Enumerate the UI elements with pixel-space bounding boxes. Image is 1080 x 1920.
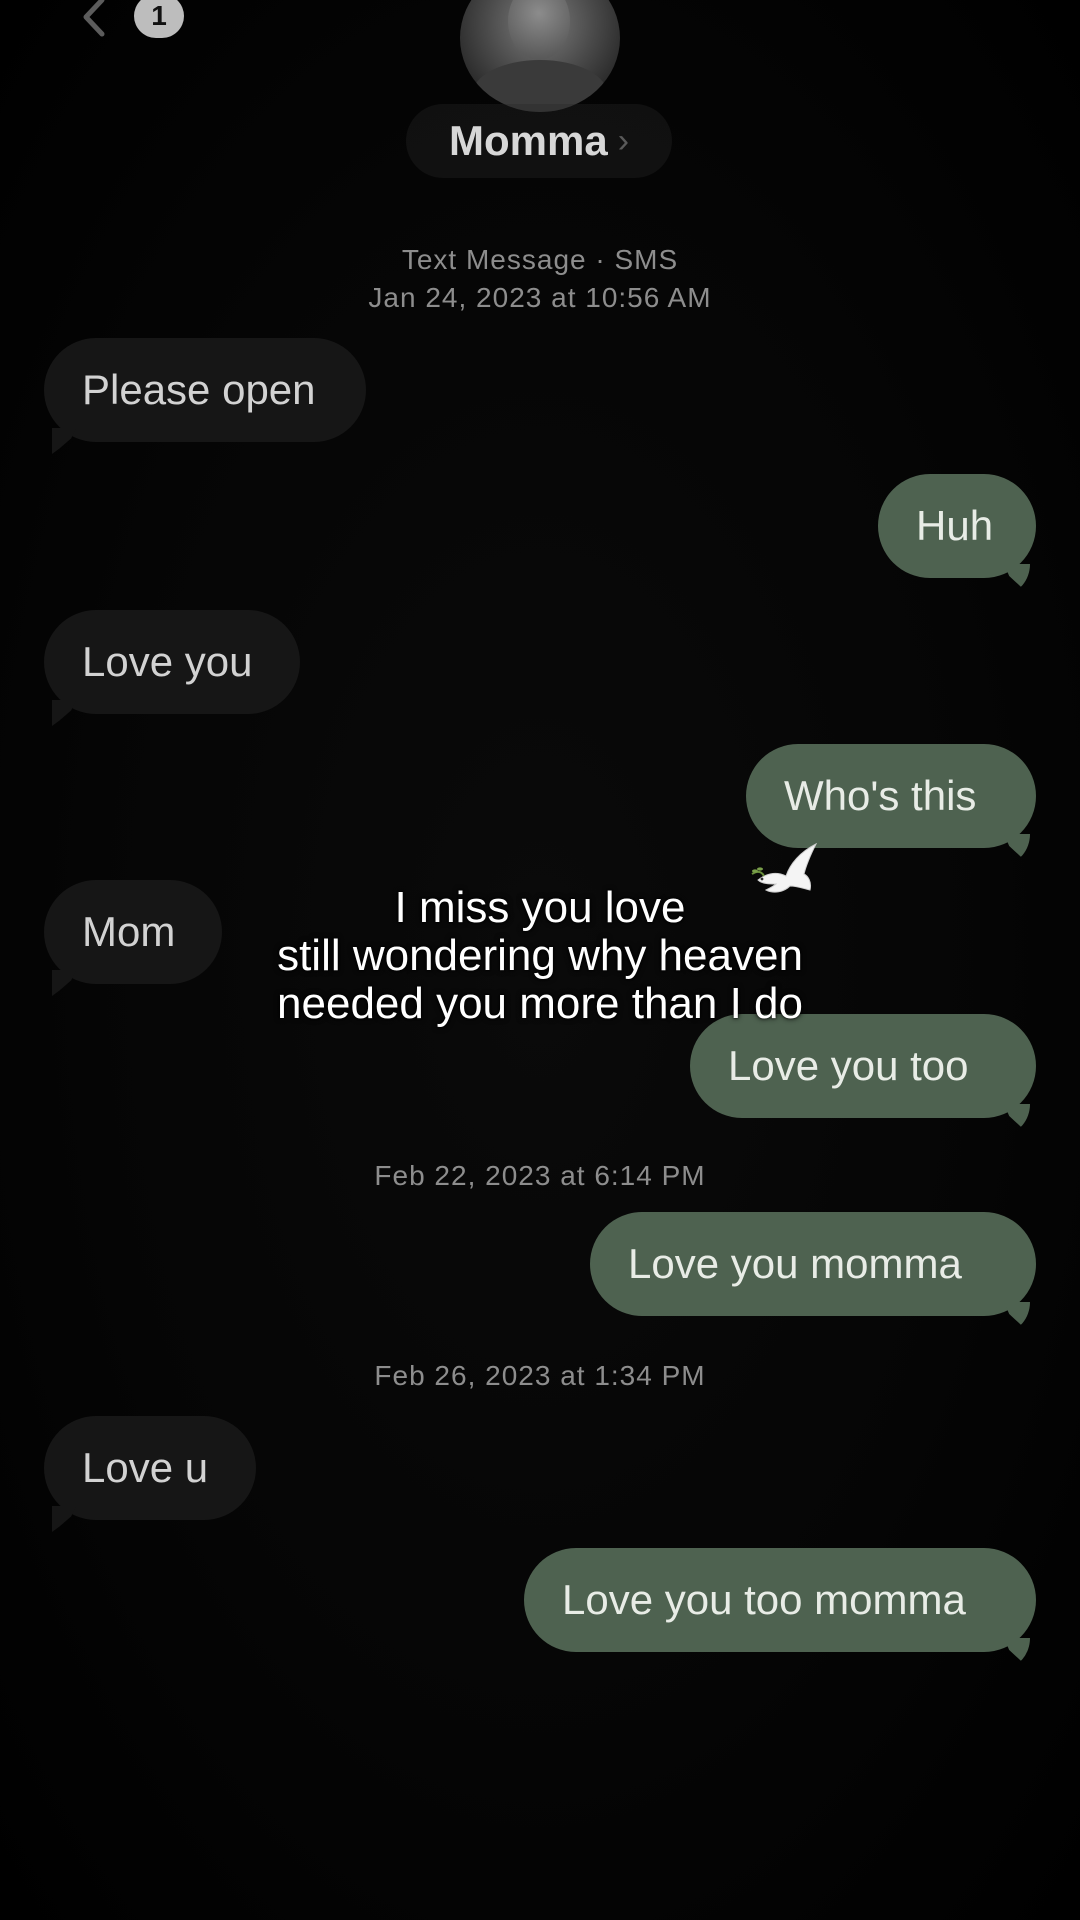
outgoing-message[interactable]: Who's this (746, 744, 1036, 848)
overlay-caption: I miss you love still wondering why heav… (0, 884, 1080, 1028)
chevron-left-icon (83, 0, 105, 37)
caption-line: I miss you love (394, 883, 686, 932)
timestamp: Jan 24, 2023 at 10:56 AM (368, 282, 712, 313)
unread-badge: 1 (134, 0, 184, 38)
chevron-right-icon: › (617, 121, 630, 160)
avatar[interactable] (460, 0, 620, 112)
incoming-message[interactable]: Please open (44, 338, 366, 442)
caption-line: needed you more than I do (277, 979, 803, 1028)
messages-screen: 1 Momma › Text Message · SMS Jan 24, 202… (0, 0, 1080, 1920)
incoming-message[interactable]: Love you (44, 610, 300, 714)
timestamp: Feb 26, 2023 at 1:34 PM (374, 1360, 706, 1391)
thread-type-label: Text Message · SMS (401, 244, 679, 275)
timestamp: Feb 22, 2023 at 6:14 PM (374, 1160, 706, 1191)
contact-name: Momma (448, 117, 608, 164)
outgoing-message[interactable]: Huh (878, 474, 1036, 578)
outgoing-message[interactable]: Love you momma (590, 1212, 1036, 1316)
back-button[interactable] (72, 0, 118, 40)
contact-name-button[interactable]: Momma › (406, 104, 672, 178)
caption-line: still wondering why heaven (277, 931, 803, 980)
outgoing-message[interactable]: Love you too momma (524, 1548, 1036, 1652)
outgoing-message[interactable]: Love you too (690, 1014, 1036, 1118)
incoming-message[interactable]: Love u (44, 1416, 256, 1520)
dove-icon (751, 842, 818, 893)
